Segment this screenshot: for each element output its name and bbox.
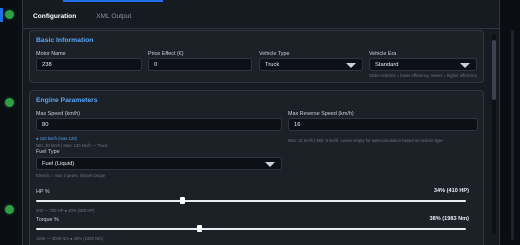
hp-label: HP % xyxy=(36,189,50,195)
chevron-down-icon xyxy=(460,63,470,68)
status-dot-icon[interactable] xyxy=(5,98,14,107)
price-effect-label: Price Effect (€) xyxy=(148,51,184,57)
vehicle-type-select[interactable]: Truck xyxy=(259,58,363,71)
fuel-type-value: Fuel (Liquid) xyxy=(42,161,75,167)
price-effect-input[interactable]: 0 xyxy=(148,58,252,71)
basic-info-title: Basic Information xyxy=(36,37,94,44)
max-reverse-label: Max Reverse Speed (km/h) xyxy=(288,111,354,117)
fuel-type-label: Fuel Type xyxy=(36,149,60,155)
fuel-type-hint: Electric = max 3 gears, instant torque xyxy=(36,173,106,178)
max-speed-input[interactable]: 80 xyxy=(36,118,282,131)
editor-window: Configuration XML Output Basic Informati… xyxy=(22,0,500,245)
vehicle-type-value: Truck xyxy=(265,62,280,68)
vehicle-era-hint: Older vehicles = lower efficiency, newer… xyxy=(369,73,478,78)
torque-slider-thumb[interactable] xyxy=(196,225,202,232)
tab-divider xyxy=(23,28,499,29)
motor-name-input[interactable]: 238 xyxy=(36,58,142,71)
max-reverse-hint: Max: 31 km/h | Min: 5 km/h. Leave empty … xyxy=(288,138,443,143)
engine-params-title: Engine Parameters xyxy=(36,97,98,104)
top-accent xyxy=(63,0,163,2)
vehicle-era-value: Standard xyxy=(375,62,399,68)
outer-scrollbar[interactable] xyxy=(511,30,514,240)
max-speed-hint: Min: 20 km/h | Max: 120 km/h — Truck xyxy=(36,143,108,148)
torque-value: 38% (1983 Nm) xyxy=(429,216,470,222)
rail-active-marker xyxy=(0,8,3,22)
scrollbar-thumb[interactable] xyxy=(492,40,496,100)
engine-params-card: Engine Parameters Max Speed (km/h) 80 ● … xyxy=(29,90,484,245)
tab-bar: Configuration XML Output xyxy=(23,7,141,29)
fuel-type-select[interactable]: Fuel (Liquid) xyxy=(36,157,282,170)
hp-range-hint: 200 — 750 HP ● 40% (800 HP) xyxy=(36,208,95,213)
motor-name-label: Motor Name xyxy=(36,51,66,57)
vehicle-era-select[interactable]: Standard xyxy=(369,58,477,71)
left-rail xyxy=(0,0,18,245)
torque-slider-track[interactable] xyxy=(36,228,466,230)
chevron-down-icon xyxy=(265,162,275,167)
right-rail xyxy=(500,0,520,245)
hp-slider-track[interactable] xyxy=(36,200,466,202)
basic-info-card: Basic Information Motor Name 238 Price E… xyxy=(29,30,484,83)
tab-configuration[interactable]: Configuration xyxy=(23,7,87,29)
max-speed-label: Max Speed (km/h) xyxy=(36,111,81,117)
status-dot-icon[interactable] xyxy=(5,10,14,19)
hp-value: 34% (410 HP) xyxy=(433,188,469,194)
max-reverse-input[interactable]: 16 xyxy=(288,118,478,131)
chevron-down-icon xyxy=(346,63,356,68)
status-dot-icon[interactable] xyxy=(5,205,14,214)
hp-slider-thumb[interactable] xyxy=(179,197,185,204)
torque-label: Torque % xyxy=(36,217,59,223)
torque-range-hint: 1200 — 3000 Nm ● 40% (2260 Nm) xyxy=(36,236,104,241)
vehicle-type-label: Vehicle Type xyxy=(259,51,290,57)
vehicle-era-label: Vehicle Era xyxy=(369,51,397,57)
tab-xml-output[interactable]: XML Output xyxy=(86,7,141,29)
max-speed-suggestion: ● 120 km/h (max 120) xyxy=(36,136,77,141)
